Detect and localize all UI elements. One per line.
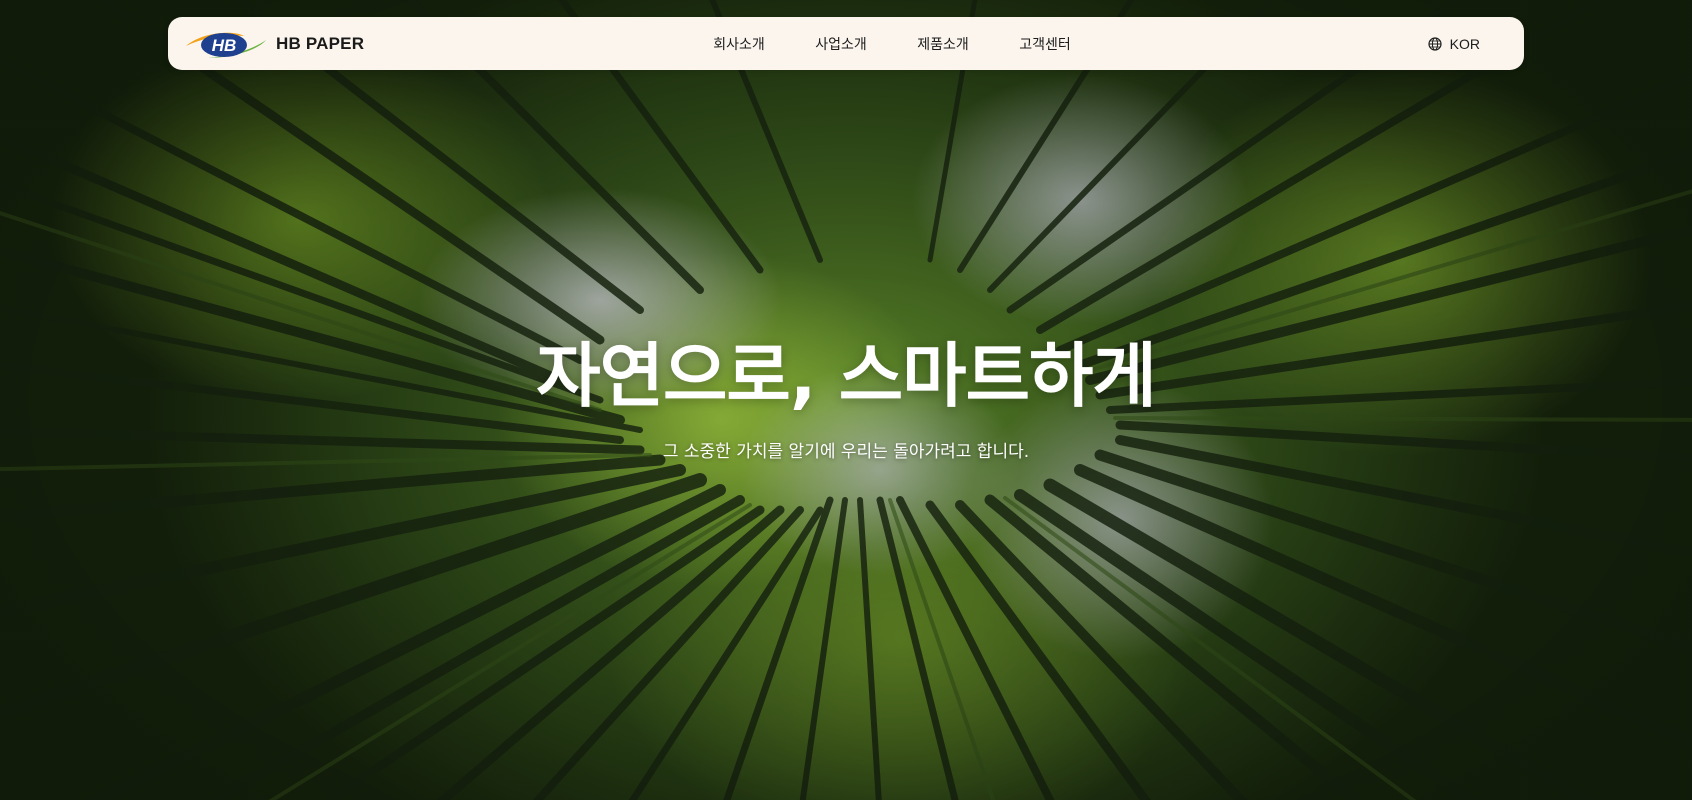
menu-item-products[interactable]: 제품소개 bbox=[892, 34, 994, 54]
home-logo-link[interactable]: HB HB PAPER bbox=[184, 26, 364, 62]
menu-item-business[interactable]: 사업소개 bbox=[790, 34, 892, 54]
logo-mark-text: HB bbox=[212, 36, 237, 55]
hero-subheadline: 그 소중한 가치를 알기에 우리는 돌아가려고 합니다. bbox=[662, 442, 1030, 462]
top-navigation-bar: HB HB PAPER 회사소개 사업소개 제품소개 고객센터 KOR bbox=[168, 17, 1524, 70]
hb-logo-icon: HB bbox=[186, 32, 266, 58]
menu-item-company[interactable]: 회사소개 bbox=[688, 34, 790, 54]
brand-name: HB PAPER bbox=[276, 34, 365, 53]
main-menu: 회사소개 사업소개 제품소개 고객센터 bbox=[688, 17, 1096, 70]
hero-headline: 자연으로, 스마트하게 bbox=[536, 335, 1157, 417]
language-selector[interactable]: KOR bbox=[1428, 17, 1480, 70]
menu-item-support[interactable]: 고객센터 bbox=[994, 34, 1096, 54]
language-label: KOR bbox=[1449, 35, 1480, 52]
globe-icon bbox=[1428, 36, 1442, 51]
hero-section: 자연으로, 스마트하게 그 소중한 가치를 알기에 우리는 돌아가려고 합니다. bbox=[0, 0, 1692, 800]
